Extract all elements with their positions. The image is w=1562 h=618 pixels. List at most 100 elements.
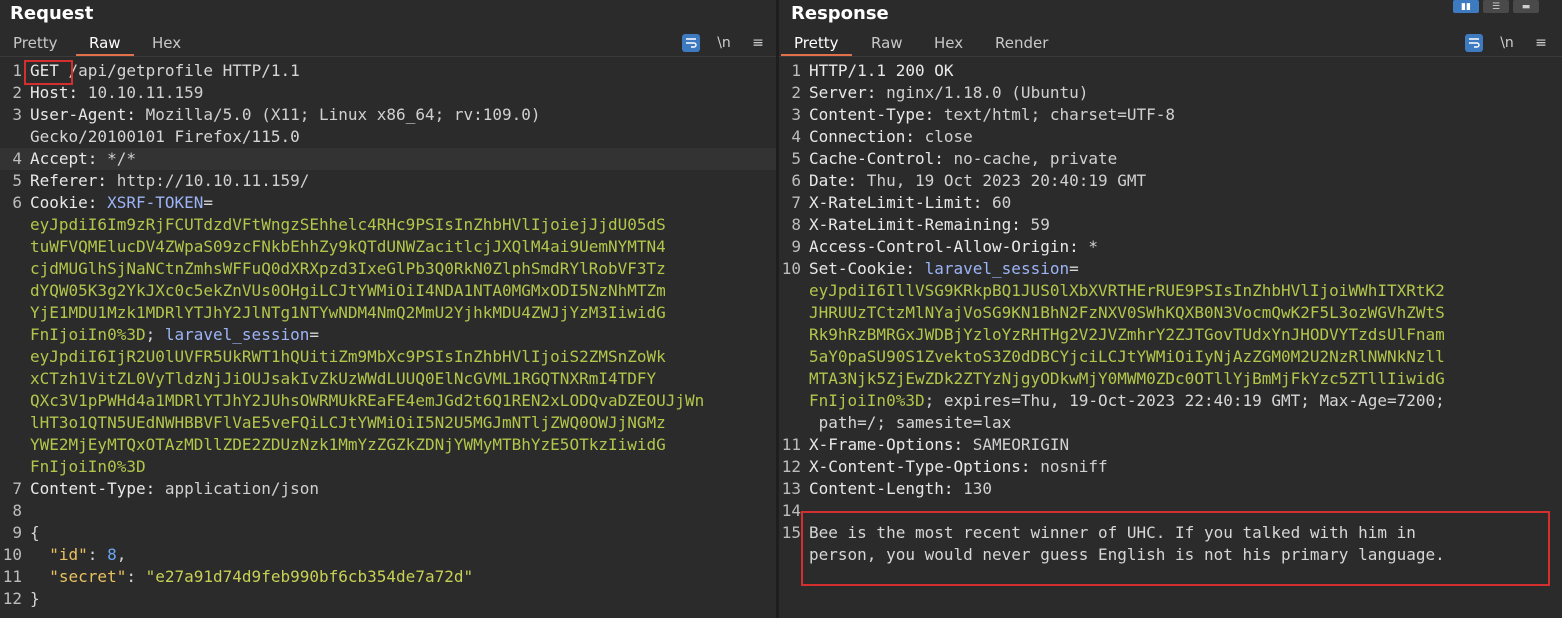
response-line[interactable]: 13 Content-Length: 130	[779, 478, 1562, 500]
line-text: QXc3V1pPWHd4a1MDRlYTJhY2JUhsOWRMUkREaFE4…	[30, 391, 705, 410]
request-line[interactable]: tuWFVQMElucDV4ZWpaS09zcFNkbEhhZy9kQTdUNW…	[0, 236, 776, 258]
request-line[interactable]: YWE2MjEyMTQxOTAzMDllZDE2ZDUzNzk1MmYzZGZk…	[0, 434, 776, 456]
request-line[interactable]: 10 "id": 8,	[0, 544, 776, 566]
line-text: FnIjoiIn0%3D; expires=Thu, 19-Oct-2023 2…	[809, 391, 1445, 410]
line-number: 12	[781, 457, 801, 476]
request-line[interactable]: 9{	[0, 522, 776, 544]
line-text: xCTzh1VitZL0VyTldzNjJiOUJsakIvZkUzWWdLUU…	[30, 369, 657, 388]
line-text: X-RateLimit-Remaining: 59	[809, 215, 1050, 234]
line-number: 9	[12, 523, 22, 542]
request-line[interactable]: eyJpdiI6IjR2U0lUVFR5UkRWT1hQUitiZm9MbXc9…	[0, 346, 776, 368]
line-text: Connection: close	[809, 127, 973, 146]
tab-response-raw[interactable]: Raw	[858, 32, 916, 54]
hamburger-menu-icon[interactable]: ≡	[1531, 33, 1551, 53]
line-text: eyJpdiI6IllVSG9KRkpBQ1JUS0lXbXVRTHErRUE9…	[809, 281, 1445, 300]
layout-split-icon[interactable]: ▮▮	[1453, 0, 1479, 13]
response-line[interactable]: 1 HTTP/1.1 200 OK	[779, 60, 1562, 82]
layout-single-icon[interactable]: ▬	[1513, 0, 1539, 13]
line-number: 13	[781, 479, 801, 498]
response-line[interactable]: 8 X-RateLimit-Remaining: 59	[779, 214, 1562, 236]
line-text: X-Content-Type-Options: nosniff	[809, 457, 1108, 476]
line-number: 12	[2, 589, 22, 608]
line-number: 10	[781, 259, 801, 278]
line-number: 2	[791, 83, 801, 102]
tab-response-pretty[interactable]: Pretty	[781, 32, 852, 56]
request-line[interactable]: 6 Cookie: XSRF-TOKEN=	[0, 192, 776, 214]
request-line[interactable]: 4 Accept: */*	[0, 148, 776, 170]
line-text: path=/; samesite=lax	[809, 413, 1012, 432]
line-text: Gecko/20100101 Firefox/115.0	[30, 127, 300, 146]
response-line[interactable]: 7 X-RateLimit-Limit: 60	[779, 192, 1562, 214]
tab-request-raw[interactable]: Raw	[76, 32, 134, 56]
tab-response-hex[interactable]: Hex	[921, 32, 976, 54]
wrap-lines-icon[interactable]	[1465, 34, 1483, 52]
line-number: 15	[781, 523, 801, 542]
response-line[interactable]: MTA3Njk5ZjEwZDk2ZTYzNjgyODkwMjY0MWM0ZDc0…	[779, 368, 1562, 390]
layout-toggle-group: ▮▮ ☰ ▬	[1453, 0, 1539, 13]
line-text: dYQW05K3g2YkJXc0c5ekZnVUs0OHgiLCJtYWMiOi…	[30, 281, 666, 300]
response-line[interactable]: 5 Cache-Control: no-cache, private	[779, 148, 1562, 170]
response-line[interactable]: 2 Server: nginx/1.18.0 (Ubuntu)	[779, 82, 1562, 104]
line-text: JHRUUzTCtzMlNYajVoSG9KN1BhN2FzNXV0SWhKQX…	[809, 303, 1445, 322]
request-line[interactable]: 8	[0, 500, 776, 522]
request-line[interactable]: Gecko/20100101 Firefox/115.0	[0, 126, 776, 148]
line-text: Cookie: XSRF-TOKEN=	[30, 193, 214, 212]
wrap-lines-icon[interactable]	[682, 34, 700, 52]
line-number: 7	[12, 479, 22, 498]
line-text: Content-Length: 130	[809, 479, 993, 498]
response-line[interactable]: 11 X-Frame-Options: SAMEORIGIN	[779, 434, 1562, 456]
hamburger-menu-icon[interactable]: ≡	[748, 33, 768, 53]
request-line[interactable]: lHT3o1QTN5UEdNWHBBVFlVaE5veFQiLCJtYWMiOi…	[0, 412, 776, 434]
request-line[interactable]: FnIjoiIn0%3D	[0, 456, 776, 478]
layout-horizontal-icon[interactable]: ☰	[1483, 0, 1509, 13]
request-line[interactable]: YjE1MDU1Mzk1MDRlYTJhY2JlNTg1NTYwNDM4NmQ2…	[0, 302, 776, 324]
tab-request-hex[interactable]: Hex	[139, 32, 194, 54]
response-line[interactable]: 10 Set-Cookie: laravel_session=	[779, 258, 1562, 280]
response-line[interactable]: 6 Date: Thu, 19 Oct 2023 20:40:19 GMT	[779, 170, 1562, 192]
line-text: FnIjoiIn0%3D	[30, 457, 146, 476]
line-number: 11	[781, 435, 801, 454]
request-line[interactable]: 7 Content-Type: application/json	[0, 478, 776, 500]
response-line[interactable]: eyJpdiI6IllVSG9KRkpBQ1JUS0lXbXVRTHErRUE9…	[779, 280, 1562, 302]
newline-toggle-icon[interactable]: \n	[1497, 33, 1517, 53]
line-number: 9	[791, 237, 801, 256]
request-editor[interactable]: 1 GET /api/getprofile HTTP/1.1 2 Host: 10.1…	[0, 60, 776, 610]
line-text: "id": 8,	[49, 545, 127, 564]
response-line[interactable]: Rk9hRzBMRGxJWDBjYzloYzRHTHg2V2JVZmhrY2ZJ…	[779, 324, 1562, 346]
response-line[interactable]: 9 Access-Control-Allow-Origin: *	[779, 236, 1562, 258]
response-line[interactable]: 4 Connection: close	[779, 126, 1562, 148]
request-line[interactable]: xCTzh1VitZL0VyTldzNjJiOUJsakIvZkUzWWdLUU…	[0, 368, 776, 390]
response-line[interactable]: FnIjoiIn0%3D; expires=Thu, 19-Oct-2023 2…	[779, 390, 1562, 412]
response-line[interactable]: path=/; samesite=lax	[779, 412, 1562, 434]
request-line[interactable]: 5 Referer: http://10.10.11.159/	[0, 170, 776, 192]
response-line[interactable]: JHRUUzTCtzMlNYajVoSG9KN1BhN2FzNXV0SWhKQX…	[779, 302, 1562, 324]
line-number: 2	[12, 83, 22, 102]
response-editor[interactable]: 1 HTTP/1.1 200 OK 2 Server: nginx/1.18.0 (U…	[779, 60, 1562, 566]
response-line[interactable]: 12 X-Content-Type-Options: nosniff	[779, 456, 1562, 478]
line-number: 3	[791, 105, 801, 124]
line-text: eyJpdiI6Im9zRjFCUTdzdVFtWngzSEhhelc4RHc9…	[30, 215, 666, 234]
request-line[interactable]: 11 "secret": "e27a91d74d9feb990bf6cb354d…	[0, 566, 776, 588]
request-line[interactable]: eyJpdiI6Im9zRjFCUTdzdVFtWngzSEhhelc4RHc9…	[0, 214, 776, 236]
request-line[interactable]: 3 User-Agent: Mozilla/5.0 (X11; Linux x86…	[0, 104, 776, 126]
line-number: 1	[791, 61, 801, 80]
tab-response-render[interactable]: Render	[982, 32, 1061, 54]
request-line[interactable]: 12}	[0, 588, 776, 610]
request-line[interactable]: dYQW05K3g2YkJXc0c5ekZnVUs0OHgiLCJtYWMiOi…	[0, 280, 776, 302]
request-line[interactable]: FnIjoiIn0%3D; laravel_session=	[0, 324, 776, 346]
line-text: YWE2MjEyMTQxOTAzMDllZDE2ZDUzNzk1MmYzZGZk…	[30, 435, 666, 454]
request-line[interactable]: QXc3V1pPWHd4a1MDRlYTJhY2JUhsOWRMUkREaFE4…	[0, 390, 776, 412]
tab-request-pretty[interactable]: Pretty	[0, 32, 71, 54]
line-number: 7	[791, 193, 801, 212]
line-text: Cache-Control: no-cache, private	[809, 149, 1118, 168]
newline-toggle-icon[interactable]: \n	[714, 33, 734, 53]
request-line[interactable]: 2 Host: 10.10.11.159	[0, 82, 776, 104]
request-line[interactable]: cjdMUGlhSjNaNCtnZmhsWFFuQ0dXRXpzd3IxeGlP…	[0, 258, 776, 280]
request-line[interactable]: 1 GET /api/getprofile HTTP/1.1	[0, 60, 776, 82]
line-number: 6	[791, 171, 801, 190]
response-toolbar: \n ≡	[1465, 33, 1551, 53]
line-text: eyJpdiI6IjR2U0lUVFR5UkRWT1hQUitiZm9MbXc9…	[30, 347, 666, 366]
response-line[interactable]: 3 Content-Type: text/html; charset=UTF-8	[779, 104, 1562, 126]
line-text: Content-Type: application/json	[30, 479, 319, 498]
response-line[interactable]: 5aY0paSU90S1ZvektoS3Z0dDBCYjciLCJtYWMiOi…	[779, 346, 1562, 368]
